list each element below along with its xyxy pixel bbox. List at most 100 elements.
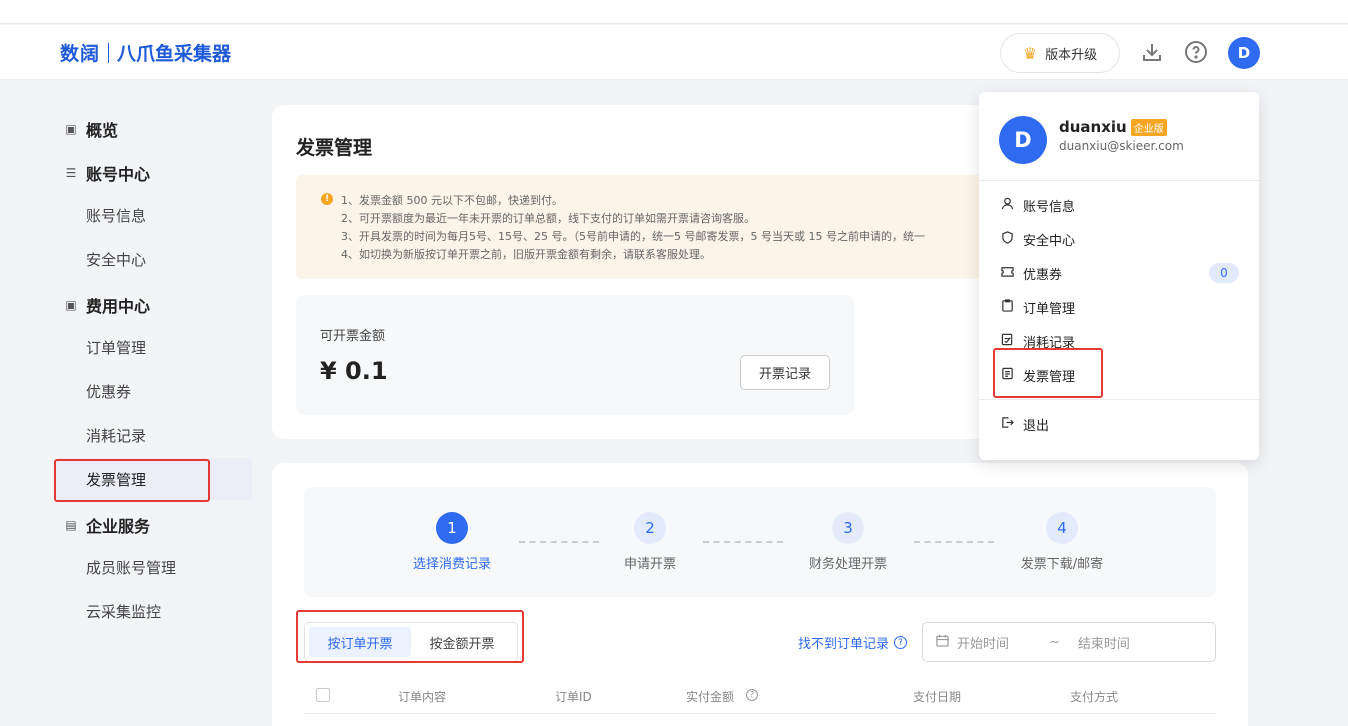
user-avatar[interactable]: D	[1228, 37, 1260, 69]
coupon-count-badge: 0	[1209, 263, 1239, 283]
menu-item-invoice[interactable]: 发票管理	[999, 363, 1239, 387]
warning-icon: !	[321, 193, 333, 205]
clipboard-icon	[999, 299, 1015, 315]
date-start-input[interactable]: 开始时间	[957, 633, 1009, 652]
step-connector	[703, 541, 783, 543]
order-not-found-label: 找不到订单记录	[798, 637, 890, 652]
menu-item-consumption[interactable]: 消耗记录	[999, 329, 1239, 353]
sidebar-group-label: 费用中心	[86, 297, 151, 316]
date-range-picker[interactable]: 开始时间 ~ 结束时间	[922, 622, 1216, 662]
step-1-label: 选择消费记录	[412, 557, 491, 572]
dropdown-avatar: D	[999, 116, 1047, 164]
amount-label: 可开票金额	[320, 329, 386, 344]
notice-line: 3、开具发票的时间为每月5号、15号、25 号。（5号前申请的，统一5 号邮寄发…	[341, 230, 925, 243]
shield-icon	[999, 231, 1015, 247]
sidebar-item-coupons[interactable]: 优惠券	[56, 370, 252, 412]
table-header: 订单内容 订单ID 实付金额 ? 支付日期 支付方式	[304, 680, 1216, 714]
notice-line: 1、发票金额 500 元以下不包邮，快递到付。	[341, 194, 563, 207]
edit-icon	[999, 333, 1015, 349]
col-order-id: 订单ID	[555, 690, 592, 704]
col-paid-amount: 实付金额	[686, 690, 735, 704]
sidebar-item-security[interactable]: 安全中心	[56, 238, 252, 280]
overview-icon: ▣	[65, 122, 77, 136]
step-3-label: 财务处理开票	[808, 557, 887, 572]
col-order-content: 订单内容	[398, 690, 447, 704]
menu-item-label: 退出	[1023, 418, 1050, 434]
account-icon: ☰	[65, 166, 77, 180]
invoiceable-amount-box: 可开票金额 ¥ 0.1 开票记录	[296, 295, 854, 415]
divider	[979, 180, 1259, 181]
ticket-icon	[999, 265, 1015, 281]
notice-line: 4、如切换为新版按订单开票之前，旧版开票金额有剩余，请联系客服处理。	[341, 248, 711, 261]
logo-product: 八爪鱼采集器	[117, 43, 232, 65]
step-2-circle: 2	[634, 512, 666, 544]
menu-item-coupons[interactable]: 优惠券	[999, 261, 1239, 285]
select-all-checkbox[interactable]	[316, 688, 330, 702]
step-4-circle: 4	[1046, 512, 1078, 544]
crown-icon: ♛	[1022, 43, 1038, 63]
logo-brand: 数阔	[60, 43, 101, 65]
user-icon	[999, 197, 1015, 213]
help-icon: ?	[894, 636, 908, 649]
enterprise-badge: 企业版	[1130, 118, 1167, 136]
sidebar-item-consumption[interactable]: 消耗记录	[56, 414, 252, 456]
sidebar-item-members[interactable]: 成员账号管理	[56, 546, 252, 588]
menu-item-label: 发票管理	[1023, 369, 1076, 385]
step-2-label: 申请开票	[623, 557, 676, 572]
download-icon[interactable]	[1139, 39, 1165, 65]
sidebar-group-overview[interactable]: ▣ 概览	[64, 117, 118, 141]
col-pay-method: 支付方式	[1070, 690, 1119, 704]
menu-item-account-info[interactable]: 账号信息	[999, 193, 1239, 217]
date-end-input[interactable]: 结束时间	[1078, 633, 1130, 652]
upgrade-button[interactable]: ♛ 版本升级	[1000, 33, 1120, 73]
menu-item-label: 订单管理	[1023, 301, 1076, 317]
top-strip	[0, 0, 1348, 24]
user-dropdown-menu: D duanxiu 企业版 duanxiu@skieer.com 账号信息 安全…	[979, 92, 1259, 460]
tab-by-amount[interactable]: 按金额开票	[411, 627, 513, 657]
menu-item-security[interactable]: 安全中心	[999, 227, 1239, 251]
logo[interactable]: 数阔 八爪鱼采集器	[60, 39, 231, 66]
step-connector	[914, 541, 994, 543]
invoice-record-button[interactable]: 开票记录	[740, 355, 830, 390]
help-icon[interactable]	[1183, 39, 1209, 65]
menu-item-label: 消耗记录	[1023, 335, 1076, 351]
sidebar-group-label: 概览	[86, 121, 119, 140]
help-icon[interactable]: ?	[746, 689, 758, 701]
menu-item-label: 账号信息	[1023, 199, 1076, 215]
invoice-mode-tabs: 按订单开票 按金额开票	[304, 622, 518, 662]
logo-separator	[108, 42, 110, 63]
menu-item-orders[interactable]: 订单管理	[999, 295, 1239, 319]
wallet-icon: ▣	[65, 298, 77, 312]
dropdown-username: duanxiu 企业版	[1059, 118, 1167, 136]
page-title: 发票管理	[296, 137, 373, 159]
step-connector	[519, 541, 599, 543]
header: 数阔 八爪鱼采集器 ♛ 版本升级 D	[0, 25, 1348, 80]
sidebar-item-orders[interactable]: 订单管理	[56, 326, 252, 368]
upgrade-label: 版本升级	[1045, 47, 1098, 63]
divider	[979, 399, 1259, 400]
sidebar-group-label: 账号中心	[86, 165, 151, 184]
step-4-label: 发票下载/邮寄	[1020, 557, 1104, 572]
step-1-circle: 1	[436, 512, 468, 544]
invoice-icon	[999, 367, 1015, 383]
sidebar: ▣ 概览 ☰ 账号中心 账号信息 安全中心 ▣ 费用中心 订单管理 优惠券 消耗…	[0, 81, 262, 726]
logout-icon	[999, 416, 1015, 432]
menu-item-label: 安全中心	[1023, 233, 1076, 249]
username-text: duanxiu	[1059, 118, 1127, 136]
sidebar-item-account-info[interactable]: 账号信息	[56, 194, 252, 236]
col-pay-date: 支付日期	[913, 690, 962, 704]
tab-by-order[interactable]: 按订单开票	[309, 627, 411, 657]
menu-item-label: 优惠券	[1023, 267, 1063, 283]
dropdown-email: duanxiu@skieer.com	[1059, 139, 1184, 153]
order-not-found-link[interactable]: 找不到订单记录 ?	[798, 633, 908, 652]
notice-box: ! 1、发票金额 500 元以下不包邮，快递到付。 2、可开票额度为最近一年未开…	[296, 175, 996, 279]
menu-item-logout[interactable]: 退出	[999, 412, 1239, 436]
sidebar-group-account: ☰ 账号中心	[64, 161, 150, 185]
sidebar-item-invoice[interactable]: 发票管理	[56, 458, 252, 500]
calendar-icon	[936, 634, 949, 651]
sidebar-item-cloud-monitor[interactable]: 云采集监控	[56, 590, 252, 632]
enterprise-icon: ▤	[65, 518, 77, 532]
step-3-circle: 3	[832, 512, 864, 544]
sidebar-group-enterprise: ▤ 企业服务	[64, 513, 150, 537]
sidebar-group-label: 企业服务	[86, 517, 151, 536]
